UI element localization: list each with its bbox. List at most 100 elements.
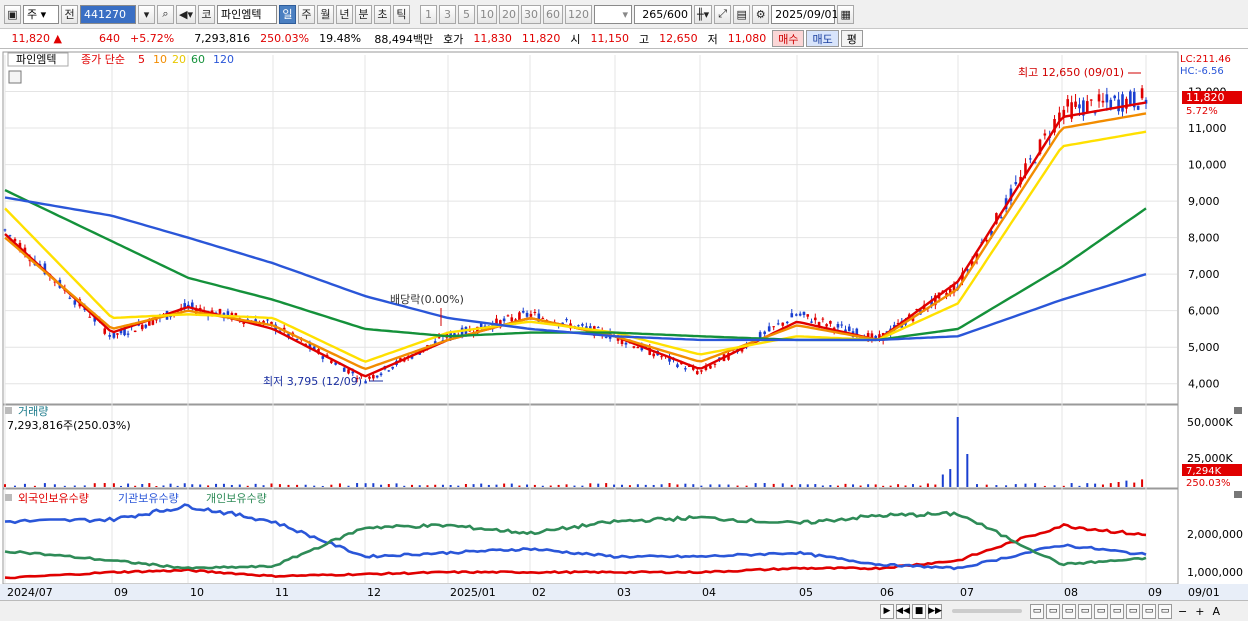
high-annotation: 최고 12,650 (09/01) [1018,66,1124,79]
scroll-begin-icon[interactable]: ◀◀ [896,603,910,619]
volume-bar [976,484,979,487]
scroll-right-icon[interactable]: ▶ [880,603,894,619]
gear-icon[interactable]: ⚙ [752,4,770,24]
volume-bar [338,483,341,487]
volume-bar [541,485,544,487]
volume-bar [418,485,421,487]
prev-button[interactable]: 전 [61,4,78,24]
layout-icon-4[interactable]: ▭ [1078,603,1092,619]
draw-tool-icon[interactable]: ⤢ [714,4,732,24]
layout-icon-6[interactable]: ▭ [1110,603,1124,619]
minute-10[interactable]: 10 [476,4,497,24]
volume-bar [628,485,631,487]
candle-body [763,331,766,335]
price-y-label: 11,000 [1188,122,1227,135]
period-second[interactable]: 초 [373,4,391,24]
volume-bar [411,484,414,487]
period-tick[interactable]: 틱 [392,4,410,24]
layout-icon-7[interactable]: ▭ [1126,603,1140,619]
period-year[interactable]: 년 [335,4,353,24]
volume-current-text: 7,294K [1186,466,1222,477]
chart-type-icon[interactable]: ╫▾ [693,4,713,24]
period-minute[interactable]: 분 [354,4,372,24]
x-axis: 2024/07 09 10 11 12 2025/01 02 03 04 05 06 07 08 09 09… [0,584,1248,600]
holding-panel-icon[interactable] [5,494,12,501]
minute-30[interactable]: 30 [520,4,541,24]
layout-icon-1[interactable]: ▭ [1030,603,1044,619]
candle-body [790,313,794,318]
stock-chart[interactable]: 12,00011,00010,0009,0008,0007,0006,0005,… [0,50,1248,600]
x-axis-label: 08 [1064,586,1078,599]
zoom-plus[interactable]: + [1195,605,1204,618]
window-icon[interactable]: ▣ [4,4,21,24]
price-y-label: 10,000 [1188,159,1227,172]
count-input[interactable]: 265/600 [633,4,692,24]
volume-bar [199,484,202,487]
volume-bar [727,484,730,487]
candle-body [140,324,144,330]
candle-body [68,297,72,299]
volume-bar [806,484,809,487]
layout-icon-5[interactable]: ▭ [1094,603,1108,619]
candle-body [802,311,806,316]
candle-body [506,315,510,317]
volume-bar [745,485,748,487]
volume-bar [821,485,824,487]
volume-bar [83,485,86,487]
period-month[interactable]: 월 [316,4,334,24]
price-y-label: 7,000 [1188,268,1220,281]
layout-icon-8[interactable]: ▭ [1142,603,1156,619]
minute-3[interactable]: 3 [438,4,456,24]
custom-period-select[interactable]: ▾ [593,4,632,24]
volume-bar [510,483,513,487]
candle-body [636,347,640,349]
x-axis-right-label: 09/01 [1188,586,1220,599]
scroll-end-icon[interactable]: ▶▶ [928,603,942,619]
calendar-icon[interactable]: ▦ [837,4,855,24]
volume-panel-icon[interactable] [5,407,12,414]
code-input[interactable]: 441270 [80,4,136,24]
volume-close-icon[interactable] [1234,407,1242,414]
save-icon[interactable]: ▤ [733,4,751,24]
volume-bar [1043,485,1046,487]
minute-20[interactable]: 20 [498,4,519,24]
code-dropdown-icon[interactable]: ▾ [138,4,155,24]
market-select[interactable]: 주 ▾ [23,4,59,24]
volume-bar [995,485,998,487]
layout-icon-2[interactable]: ▭ [1046,603,1060,619]
minute-5[interactable]: 5 [457,4,475,24]
zoom-slider[interactable] [952,609,1022,613]
volume-bar [457,485,460,487]
calculator-icon[interactable] [8,70,22,84]
speaker-icon[interactable]: ◀▾ [176,4,196,24]
candle-body [776,323,780,325]
stop-icon[interactable]: ■ [912,603,926,619]
search-icon[interactable]: ⌕ [157,4,174,24]
date-input[interactable]: 2025/09/01 [771,4,839,24]
layout-icon-9[interactable]: ▭ [1158,603,1172,619]
period-week[interactable]: 주 [297,4,315,24]
volume-bar [270,483,273,487]
zoom-minus[interactable]: − [1178,605,1187,618]
candle-body [88,316,92,318]
minute-60[interactable]: 60 [542,4,563,24]
candle-body [624,342,628,345]
candle-body [73,300,77,305]
volume-bar [480,483,483,487]
font-size-button[interactable]: A [1212,605,1220,618]
sell-button[interactable]: 매도 [806,30,839,47]
candle-body [836,324,840,328]
layout-icon-3[interactable]: ▭ [1062,603,1076,619]
minute-1[interactable]: 1 [419,4,437,24]
period-day[interactable]: 일 [278,4,296,24]
holding-close-icon[interactable] [1234,491,1242,498]
volume-bar [1109,483,1112,487]
eval-button[interactable]: 평 [840,30,863,47]
volume-bar [1101,484,1104,487]
minute-120[interactable]: 120 [564,4,592,24]
volume-value: 7,293,816주(250.03%) [7,419,131,432]
volume-bar [636,484,639,487]
buy-button[interactable]: 매수 [772,30,805,47]
volume-bar [736,485,739,487]
candle-body [218,308,222,314]
